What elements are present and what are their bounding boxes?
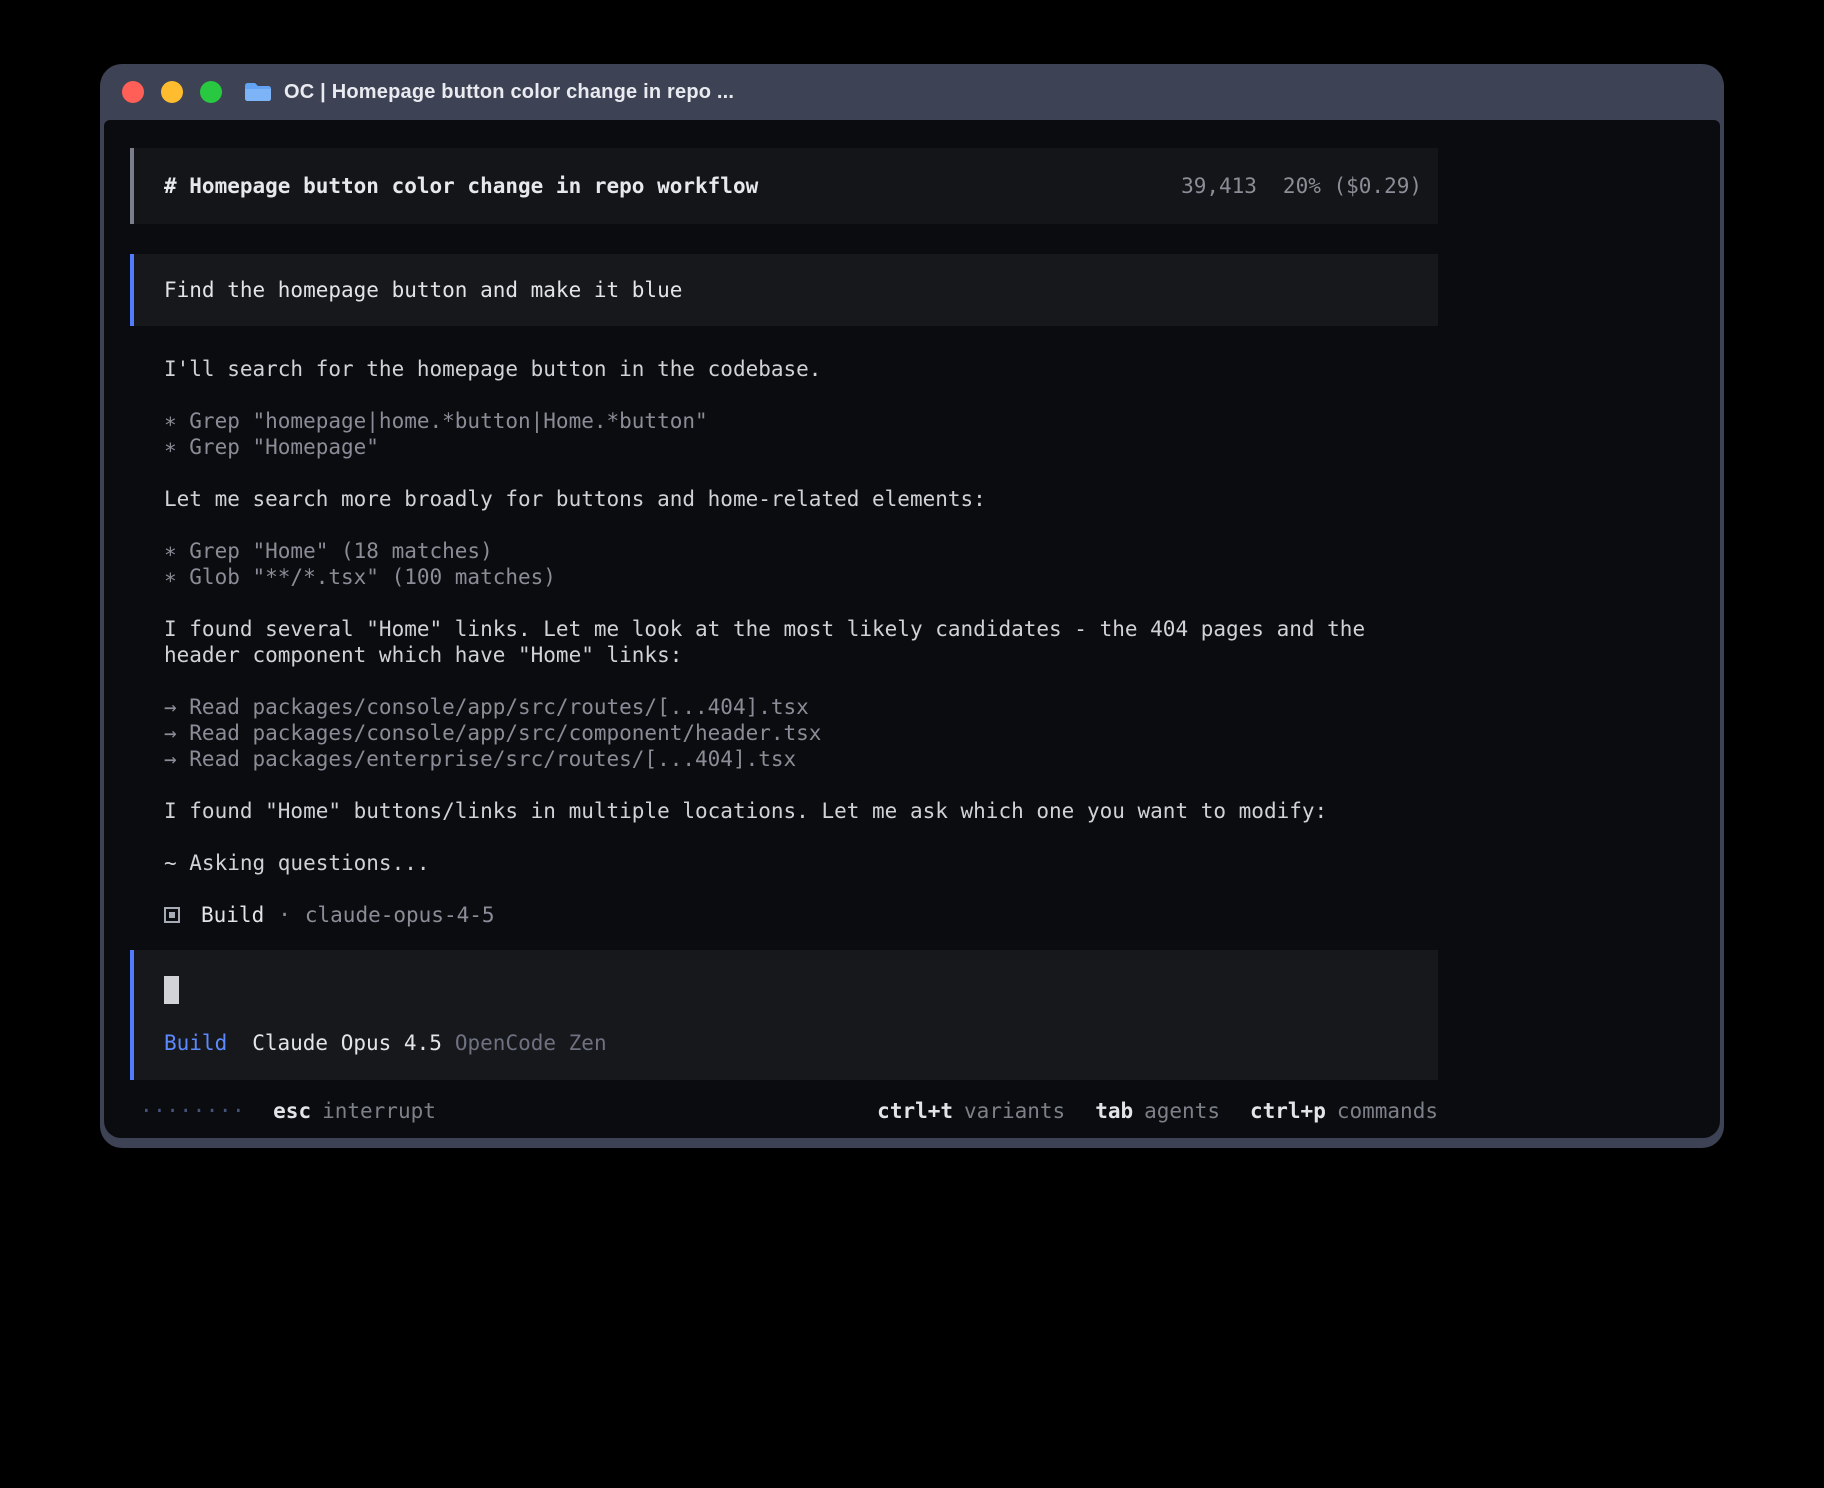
input-footer: Build Claude Opus 4.5 OpenCode Zen	[164, 1030, 1438, 1056]
agent-separator: ·	[278, 902, 291, 928]
session-header: # Homepage button color change in repo w…	[130, 148, 1438, 224]
shortcut-key: tab	[1095, 1098, 1133, 1124]
shortcut-commands: ctrl+p commands	[1250, 1098, 1438, 1124]
agent-name: Build	[201, 902, 264, 928]
tool-call-group: ∗ Grep "homepage|home.*button|Home.*butt…	[164, 408, 1438, 460]
asking-status: ~ Asking questions...	[164, 850, 1438, 876]
shortcut-hints: ctrl+t variants tab agents ctrl+p comman…	[877, 1098, 1438, 1124]
input-model[interactable]: Claude Opus 4.5	[252, 1030, 442, 1056]
title-wrap: OC | Homepage button color change in rep…	[244, 81, 734, 104]
shortcut-label: variants	[964, 1098, 1065, 1124]
shortcut-label: commands	[1337, 1098, 1438, 1124]
folder-icon	[244, 81, 272, 103]
assistant-text: I found "Home" buttons/links in multiple…	[164, 798, 1438, 824]
shortcut-key: esc	[273, 1098, 311, 1124]
tool-call-glob: ∗ Glob "**/*.tsx" (100 matches)	[164, 564, 1438, 590]
status-bar: ········ esc interrupt ctrl+t variants t…	[130, 1098, 1438, 1124]
user-message-text: Find the homepage button and make it blu…	[164, 277, 682, 303]
session-title: # Homepage button color change in repo w…	[164, 173, 758, 199]
tool-call-grep: ∗ Grep "Home" (18 matches)	[164, 538, 1438, 564]
tool-call-grep: ∗ Grep "homepage|home.*button|Home.*butt…	[164, 408, 1438, 434]
prompt-input[interactable]: Build Claude Opus 4.5 OpenCode Zen	[130, 950, 1438, 1080]
text-cursor	[164, 976, 179, 1004]
shortcut-label: interrupt	[322, 1098, 436, 1124]
terminal-window: OC | Homepage button color change in rep…	[100, 64, 1724, 1148]
agent-status-row: Build · claude-opus-4-5	[164, 902, 1438, 928]
token-count: 39,413	[1181, 173, 1257, 199]
session-stats: 39,413 20% ($0.29)	[1181, 173, 1422, 199]
shortcut-label: agents	[1144, 1098, 1220, 1124]
tool-call-read: → Read packages/enterprise/src/routes/[.…	[164, 746, 1438, 772]
shortcut-interrupt: esc interrupt	[273, 1098, 436, 1124]
shortcut-variants: ctrl+t variants	[877, 1098, 1065, 1124]
tool-call-group: ∗ Grep "Home" (18 matches) ∗ Glob "**/*.…	[164, 538, 1438, 590]
input-provider: OpenCode Zen	[455, 1030, 607, 1056]
user-message: Find the homepage button and make it blu…	[130, 254, 1438, 326]
tool-call-grep: ∗ Grep "Homepage"	[164, 434, 1438, 460]
tool-call-read: → Read packages/console/app/src/routes/[…	[164, 694, 1438, 720]
minimize-button[interactable]	[161, 81, 183, 103]
assistant-text: Let me search more broadly for buttons a…	[164, 486, 1438, 512]
traffic-lights	[122, 81, 222, 103]
agent-icon	[164, 907, 180, 923]
conversation: I'll search for the homepage button in t…	[164, 356, 1438, 928]
titlebar: OC | Homepage button color change in rep…	[100, 64, 1724, 120]
agent-model: claude-opus-4-5	[305, 902, 495, 928]
input-mode[interactable]: Build	[164, 1030, 227, 1056]
tool-call-read: → Read packages/console/app/src/componen…	[164, 720, 1438, 746]
assistant-text: I'll search for the homepage button in t…	[164, 356, 1438, 382]
shortcut-key: ctrl+p	[1250, 1098, 1326, 1124]
context-usage: 20% ($0.29)	[1283, 173, 1422, 199]
terminal-content: # Homepage button color change in repo w…	[104, 120, 1720, 1138]
shortcut-key: ctrl+t	[877, 1098, 953, 1124]
working-dots: ········	[140, 1098, 245, 1124]
shortcut-agents: tab agents	[1095, 1098, 1220, 1124]
zoom-button[interactable]	[200, 81, 222, 103]
window-title: OC | Homepage button color change in rep…	[284, 81, 734, 104]
assistant-text: I found several "Home" links. Let me loo…	[164, 616, 1438, 668]
close-button[interactable]	[122, 81, 144, 103]
tool-call-group: → Read packages/console/app/src/routes/[…	[164, 694, 1438, 772]
